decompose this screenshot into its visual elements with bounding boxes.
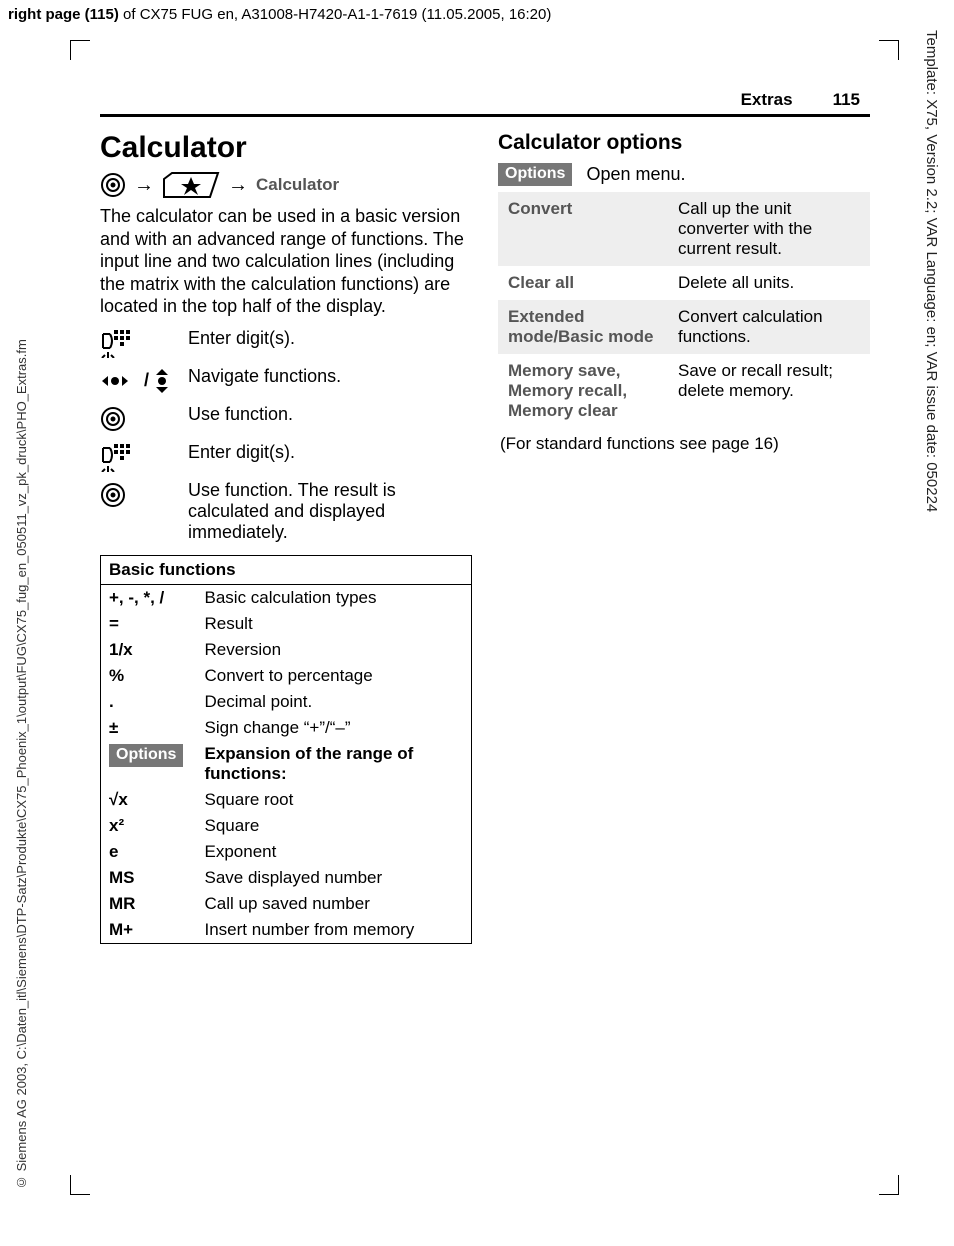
desc-cell: Result — [197, 611, 472, 637]
options-softkey: Options — [109, 744, 183, 767]
step-icon — [100, 404, 188, 434]
step-icon — [100, 442, 188, 472]
up-down-icon — [153, 368, 171, 394]
desc-cell: Reversion — [197, 637, 472, 663]
options-table: ConvertCall up the unit converter with t… — [498, 192, 870, 428]
sym-cell: MR — [101, 891, 197, 917]
opt-val: Save or recall result; delete memory. — [668, 354, 870, 428]
basic-functions-table: Basic functions +, -, *, /Basic calculat… — [100, 555, 472, 944]
opt-key: Convert — [498, 192, 668, 266]
step-text: Enter digit(s). — [188, 442, 472, 463]
arrow-icon: → — [134, 175, 154, 195]
step-text: Use function. — [188, 404, 472, 425]
open-menu-text: Open menu. — [586, 164, 685, 185]
print-meta-right: Template: X75, Version 2.2; VAR Language… — [922, 30, 940, 810]
page-body: Extras 115 Calculator → → Calculator — [100, 90, 870, 944]
footnote: (For standard functions see page 16) — [498, 434, 870, 454]
options-desc: Expansion of the range of functions: — [205, 744, 414, 783]
desc-cell: Sign change “+”/“–” — [197, 715, 472, 741]
step-text: Use function. The result is calculated a… — [188, 480, 472, 543]
print-meta-left: © Siemens AG 2003, C:\Daten_itl\Siemens\… — [14, 70, 32, 1190]
step-icon: / — [100, 366, 188, 396]
crop-mark — [879, 40, 899, 60]
desc-cell: Square root — [197, 787, 472, 813]
star-folder-icon — [162, 171, 220, 199]
keypad-icon — [100, 328, 130, 358]
step-text: Navigate functions. — [188, 366, 472, 387]
desc-cell: Save displayed number — [197, 865, 472, 891]
desc-cell: Exponent — [197, 839, 472, 865]
desc-cell: Decimal point. — [197, 689, 472, 715]
slash: / — [144, 370, 149, 391]
sym-cell: e — [101, 839, 197, 865]
step-icon — [100, 480, 188, 510]
desc-cell: Basic calculation types — [197, 584, 472, 611]
page-number: 115 — [833, 90, 860, 110]
sym-cell: ± — [101, 715, 197, 741]
options-cell: Options — [101, 741, 197, 787]
table-title: Basic functions — [101, 555, 472, 584]
crop-mark — [70, 40, 90, 60]
opt-key: Extended mode/Basic mode — [498, 300, 668, 354]
menu-path-label: Calculator — [256, 175, 339, 195]
print-meta-rest: of CX75 FUG en, A31008-H7420-A1-1-7619 (… — [119, 6, 552, 23]
desc-cell: Convert to percentage — [197, 663, 472, 689]
desc-cell: Square — [197, 813, 472, 839]
running-header: Extras 115 — [100, 90, 870, 110]
sym-cell: x² — [101, 813, 197, 839]
opt-key: Memory save, Memory recall, Memory clear — [498, 354, 668, 428]
opt-val: Delete all units. — [668, 266, 870, 300]
step-text: Enter digit(s). — [188, 328, 472, 349]
right-column: Calculator options Options Open menu. Co… — [498, 131, 870, 944]
header-rule — [100, 114, 870, 117]
section-name: Extras — [741, 90, 793, 110]
print-meta-top: right page (115) of CX75 FUG en, A31008-… — [8, 6, 551, 23]
sym-cell: +, -, *, / — [101, 584, 197, 611]
center-key-icon — [100, 172, 126, 198]
desc-cell: Call up saved number — [197, 891, 472, 917]
desc-cell: Insert number from memory — [197, 917, 472, 944]
opt-key: Clear all — [498, 266, 668, 300]
sym-cell: % — [101, 663, 197, 689]
center-key-icon — [100, 482, 126, 508]
print-meta-bold: right page (115) — [8, 6, 119, 23]
opt-val: Call up the unit converter with the curr… — [668, 192, 870, 266]
left-column: Calculator → → Calculator The calculator… — [100, 131, 472, 944]
sym-cell: M+ — [101, 917, 197, 944]
sym-cell: MS — [101, 865, 197, 891]
crop-mark — [879, 1175, 899, 1195]
desc-cell: Expansion of the range of functions: — [197, 741, 472, 787]
intro-paragraph: The calculator can be used in a basic ve… — [100, 205, 472, 318]
sym-cell: √x — [101, 787, 197, 813]
sym-cell: . — [101, 689, 197, 715]
crop-mark — [70, 1175, 90, 1195]
menu-path: → → Calculator — [100, 171, 472, 199]
section-heading: Calculator options — [498, 131, 870, 155]
page-title: Calculator — [100, 131, 472, 165]
options-softkey: Options — [498, 163, 572, 186]
center-key-icon — [100, 406, 126, 432]
opt-val: Convert calculation functions. — [668, 300, 870, 354]
sym-cell: = — [101, 611, 197, 637]
keypad-icon — [100, 442, 130, 472]
arrow-icon: → — [228, 175, 248, 195]
navigate-icon — [100, 369, 140, 393]
open-menu-row: Options Open menu. — [498, 163, 870, 186]
step-list: Enter digit(s). / Navigate functi — [100, 328, 472, 543]
sym-cell: 1/x — [101, 637, 197, 663]
step-icon — [100, 328, 188, 358]
